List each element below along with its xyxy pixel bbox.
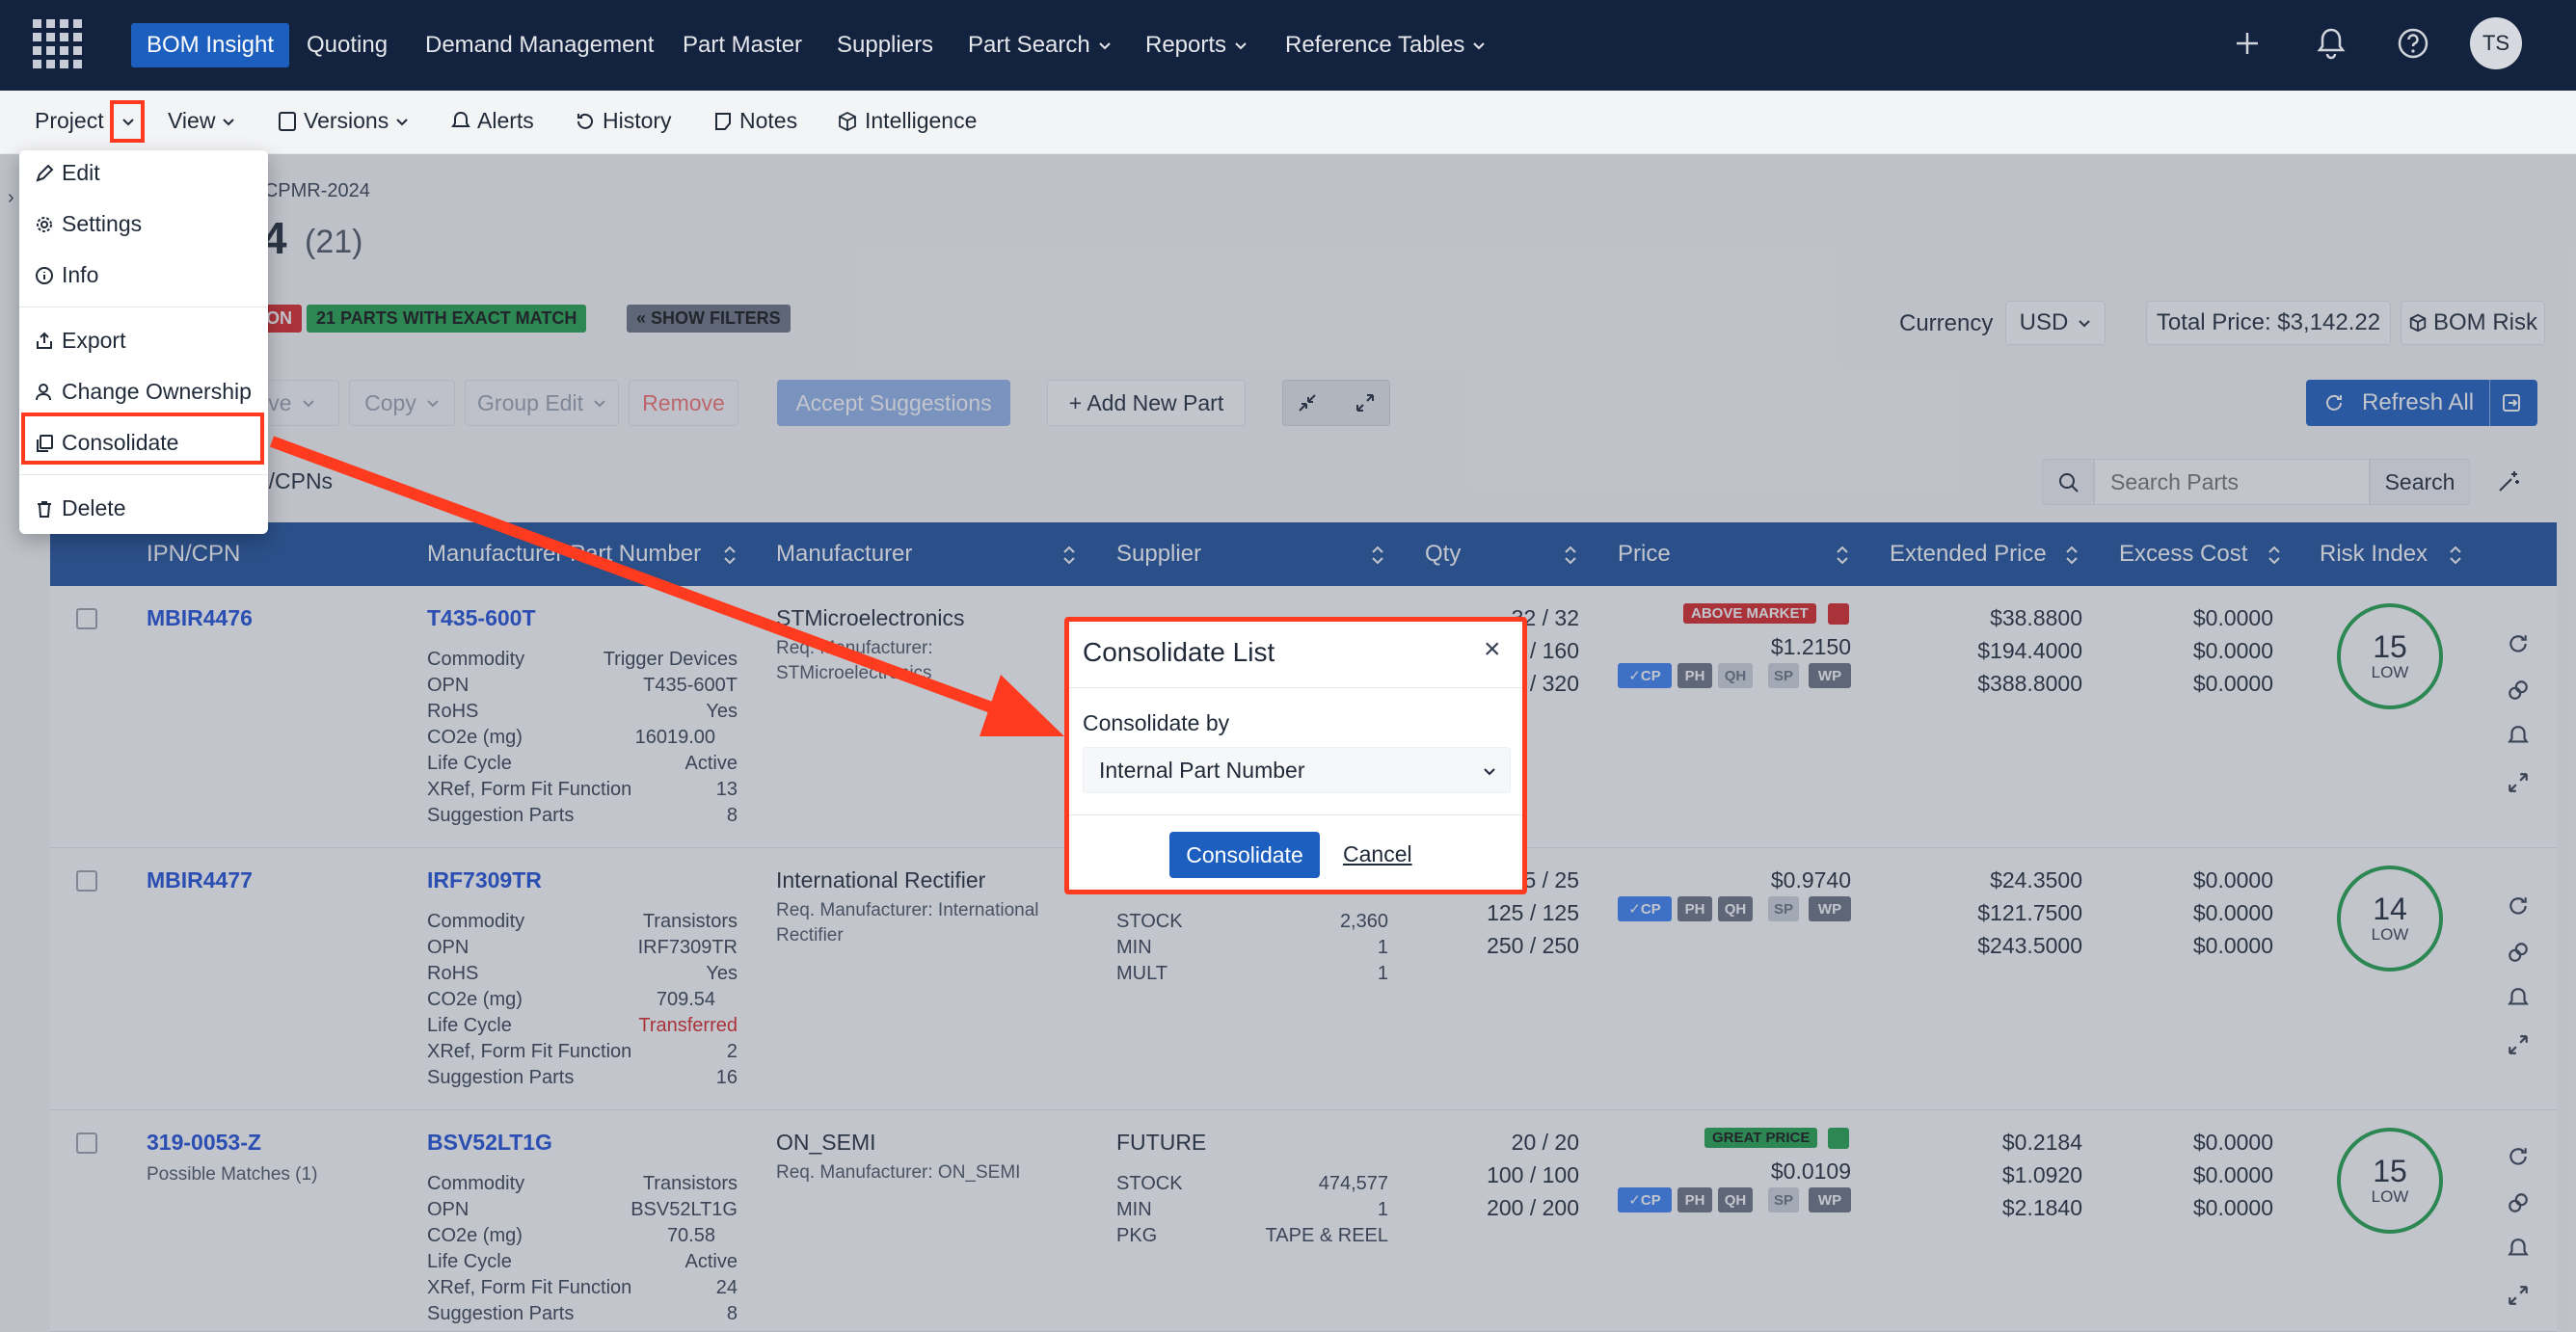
chevron-down-icon [1484,768,1495,776]
consolidate-by-select[interactable]: Internal Part Number [1083,747,1511,793]
consolidate-button[interactable]: Consolidate [1169,832,1320,878]
modal-title: Consolidate List [1083,637,1275,667]
consolidate-by-label: Consolidate by [1083,710,1230,735]
close-icon[interactable]: × [1484,633,1501,666]
consolidate-list-modal: Consolidate List × Consolidate by Intern… [1064,617,1527,894]
modal-divider [1069,687,1522,688]
modal-divider [1069,814,1522,815]
cancel-button[interactable]: Cancel [1343,841,1412,867]
